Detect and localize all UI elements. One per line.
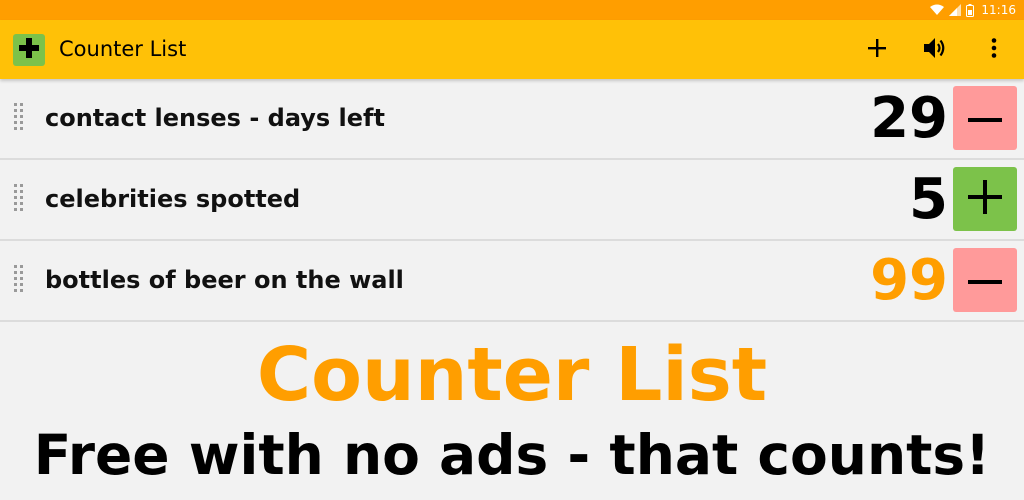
counter-row[interactable]: celebrities spotted 5 <box>0 160 1024 241</box>
add-counter-button[interactable] <box>857 30 897 70</box>
drag-handle-icon[interactable] <box>12 102 26 134</box>
plus-icon <box>868 39 886 61</box>
app-logo <box>13 34 45 66</box>
counter-row[interactable]: contact lenses - days left 29 <box>0 79 1024 160</box>
counter-label[interactable]: celebrities spotted <box>45 160 300 239</box>
drag-handle-icon[interactable] <box>12 183 26 215</box>
promo-subtitle: Free with no ads - that counts! <box>33 423 991 487</box>
minus-icon <box>968 271 1002 290</box>
counter-value[interactable]: 29 <box>870 79 948 158</box>
minus-icon <box>968 109 1002 128</box>
increment-button[interactable] <box>953 167 1017 231</box>
sound-button[interactable] <box>916 30 956 70</box>
signal-icon <box>949 4 962 16</box>
counter-row[interactable]: bottles of beer on the wall 99 <box>0 241 1024 322</box>
app-bar: Counter List <box>0 20 1024 79</box>
drag-handle-icon[interactable] <box>12 264 26 296</box>
plus-icon <box>18 37 40 63</box>
more-options-button[interactable] <box>974 30 1014 70</box>
decrement-button[interactable] <box>953 86 1017 150</box>
promo-title: Counter List <box>256 332 768 418</box>
counter-value[interactable]: 5 <box>909 160 948 239</box>
counter-label[interactable]: bottles of beer on the wall <box>45 241 404 320</box>
plus-icon <box>968 180 1002 218</box>
status-bar: 11:16 <box>0 0 1024 20</box>
counter-value[interactable]: 99 <box>870 241 948 320</box>
counter-label[interactable]: contact lenses - days left <box>45 79 385 158</box>
counter-list: contact lenses - days left 29 celebritie… <box>0 79 1024 322</box>
volume-icon <box>924 37 948 63</box>
battery-icon <box>966 3 975 17</box>
more-vert-icon <box>991 38 997 62</box>
app-title: Counter List <box>59 37 187 61</box>
status-time: 11:16 <box>981 3 1016 17</box>
decrement-button[interactable] <box>953 248 1017 312</box>
wifi-icon <box>930 4 945 16</box>
